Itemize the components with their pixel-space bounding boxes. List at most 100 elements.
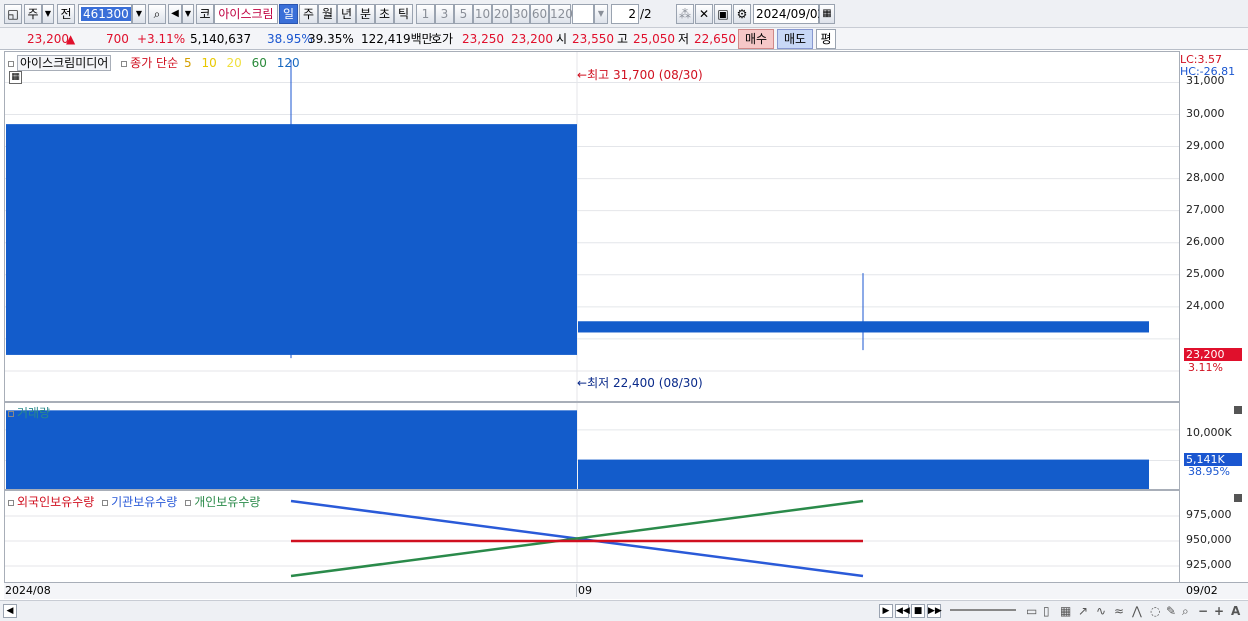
gear-icon[interactable]: ⚙ bbox=[733, 4, 751, 24]
prev-button[interactable]: 전 bbox=[57, 4, 75, 24]
holding-tick-label: 975,000 bbox=[1186, 508, 1232, 521]
candle-body bbox=[6, 124, 577, 355]
ma-20[interactable]: 20 bbox=[227, 56, 242, 70]
chevron-down-icon[interactable]: ▼ bbox=[594, 4, 608, 24]
open-label: 시 bbox=[556, 32, 568, 46]
interval-10[interactable]: 10 bbox=[473, 4, 492, 24]
interval-custom-input[interactable] bbox=[572, 4, 594, 24]
legend-square-icon bbox=[8, 60, 14, 67]
zoom-out-icon[interactable]: − bbox=[1198, 604, 1208, 618]
volume-value: 5,140,637 bbox=[190, 32, 252, 46]
chevron-down-icon[interactable]: ▼ bbox=[42, 4, 54, 24]
table-icon[interactable]: ▦ bbox=[9, 71, 22, 84]
fast-forward-icon[interactable]: ▶▶ bbox=[927, 604, 942, 618]
zoom-icon[interactable]: ⌕ bbox=[1182, 604, 1189, 619]
trade-amount: 122,419백만 bbox=[361, 32, 433, 46]
mode-select[interactable]: 주 bbox=[24, 4, 42, 24]
speaker-icon[interactable]: ◀ bbox=[168, 4, 182, 24]
period-tick[interactable]: 틱 bbox=[394, 4, 413, 24]
legend-foreign[interactable]: 외국인보유수량 bbox=[17, 495, 94, 509]
rewind-icon[interactable]: ◀◀ bbox=[895, 604, 910, 618]
legend-individual[interactable]: 개인보유수량 bbox=[194, 495, 260, 509]
volume-panel[interactable]: 거래량 bbox=[4, 402, 1180, 490]
code-input[interactable]: 461300 bbox=[78, 4, 132, 24]
sell-button[interactable]: 매도 bbox=[777, 29, 813, 49]
interval-1[interactable]: 1 bbox=[416, 4, 435, 24]
play-icon[interactable]: ▶ bbox=[879, 604, 893, 618]
low-price: 22,650 bbox=[694, 32, 736, 46]
volume-legend: 거래량 bbox=[8, 404, 50, 421]
zoom-in-icon[interactable]: + bbox=[1214, 604, 1224, 618]
change-percent: +3.11% bbox=[137, 32, 186, 46]
buy-button[interactable]: 매수 bbox=[738, 29, 774, 49]
period-day[interactable]: 일 bbox=[279, 4, 298, 24]
crosshair-icon[interactable]: ✕ bbox=[695, 4, 713, 24]
legend-square-icon bbox=[185, 499, 192, 506]
page-input[interactable]: 2 bbox=[611, 4, 639, 24]
search-icon[interactable]: ⌕ bbox=[148, 4, 166, 24]
price-tick-label: 24,000 bbox=[1186, 298, 1225, 312]
price-chart bbox=[5, 52, 1179, 401]
period-month[interactable]: 월 bbox=[318, 4, 337, 24]
low-note: ←최저 22,400 (08/30) bbox=[577, 376, 703, 390]
ma-120[interactable]: 120 bbox=[277, 56, 300, 70]
pattern-icon[interactable]: ⋀ bbox=[1132, 604, 1142, 618]
tool-icon[interactable]: ⁂ bbox=[676, 4, 694, 24]
maximize-icon[interactable] bbox=[1234, 406, 1242, 414]
period-year[interactable]: 년 bbox=[337, 4, 356, 24]
grid-icon[interactable]: ▦ bbox=[1060, 604, 1071, 618]
ma-60[interactable]: 60 bbox=[252, 56, 267, 70]
price-panel[interactable]: 아이스크림미디어 종가 단순 5 10 20 60 120 ▦ ←최고 31,7… bbox=[4, 51, 1180, 402]
window-icon[interactable]: ◱ bbox=[4, 4, 22, 24]
ma-10[interactable]: 10 bbox=[201, 56, 216, 70]
period-second[interactable]: 초 bbox=[375, 4, 394, 24]
stock-name[interactable]: 아이스크림 bbox=[214, 4, 278, 24]
code-value: 461300 bbox=[81, 7, 131, 21]
low-label: 저 bbox=[678, 32, 690, 46]
change-value: 700 bbox=[106, 32, 129, 46]
date-input[interactable]: 2024/09/02 bbox=[753, 4, 825, 24]
period-week[interactable]: 주 bbox=[299, 4, 318, 24]
interval-20[interactable]: 20 bbox=[492, 4, 511, 24]
calendar-icon[interactable]: ▦ bbox=[819, 4, 835, 24]
save-icon[interactable]: ▣ bbox=[714, 4, 732, 24]
date-right-label: 09/02 bbox=[1186, 584, 1218, 597]
volume-title[interactable]: 거래량 bbox=[17, 406, 50, 420]
legend-institution[interactable]: 기관보유수량 bbox=[111, 495, 177, 509]
date-left-label: 2024/08 bbox=[5, 584, 51, 597]
shape-icon[interactable]: ◌ bbox=[1150, 604, 1160, 618]
ma-label[interactable]: 종가 단순 bbox=[130, 56, 178, 70]
page-total: /2 bbox=[640, 7, 652, 21]
ask-label: 호가 bbox=[431, 32, 454, 46]
market-label[interactable]: 코 bbox=[196, 4, 214, 24]
ma-5[interactable]: 5 bbox=[184, 56, 192, 70]
last-price-tag: 23,200 bbox=[1184, 348, 1242, 361]
interval-30[interactable]: 30 bbox=[511, 4, 530, 24]
erase-icon[interactable]: ✎ bbox=[1166, 604, 1176, 618]
candle-body bbox=[578, 321, 1149, 333]
chevron-down-icon[interactable]: ▼ bbox=[132, 4, 146, 24]
period-minute[interactable]: 분 bbox=[356, 4, 375, 24]
interval-5[interactable]: 5 bbox=[454, 4, 473, 24]
maximize-icon[interactable] bbox=[1234, 494, 1242, 502]
scroll-bar[interactable]: ◀ ▶ ◀◀ ■ ▶▶ ▭ ▯ ▦ ↗ ∿ ≈ ⋀ ◌ ✎ ⌕ − + A bbox=[0, 600, 1248, 621]
scroll-left-icon[interactable]: ◀ bbox=[3, 604, 17, 618]
wave-icon[interactable]: ≈ bbox=[1114, 604, 1124, 618]
holding-panel[interactable]: 외국인보유수량 기관보유수량 개인보유수량 bbox=[4, 490, 1180, 583]
interval-120[interactable]: 120 bbox=[549, 4, 573, 24]
trend-icon[interactable]: ∿ bbox=[1096, 604, 1106, 618]
date-mid-label: 09 bbox=[576, 584, 592, 597]
interval-60[interactable]: 60 bbox=[530, 4, 549, 24]
stop-icon[interactable]: ■ bbox=[911, 604, 925, 618]
layout-icon[interactable]: ▭ bbox=[1026, 604, 1037, 618]
high-price: 25,050 bbox=[633, 32, 675, 46]
zoom-slider[interactable] bbox=[950, 609, 1016, 611]
price-tick-label: 31,000 bbox=[1186, 74, 1225, 88]
chevron-down-icon[interactable]: ▼ bbox=[182, 4, 194, 24]
interval-3[interactable]: 3 bbox=[435, 4, 454, 24]
price-title[interactable]: 아이스크림미디어 bbox=[17, 55, 112, 71]
eval-button[interactable]: 평 bbox=[816, 29, 836, 49]
layout-split-icon[interactable]: ▯ bbox=[1043, 604, 1050, 618]
draw-line-icon[interactable]: ↗ bbox=[1078, 604, 1088, 618]
font-icon[interactable]: A bbox=[1231, 604, 1240, 618]
